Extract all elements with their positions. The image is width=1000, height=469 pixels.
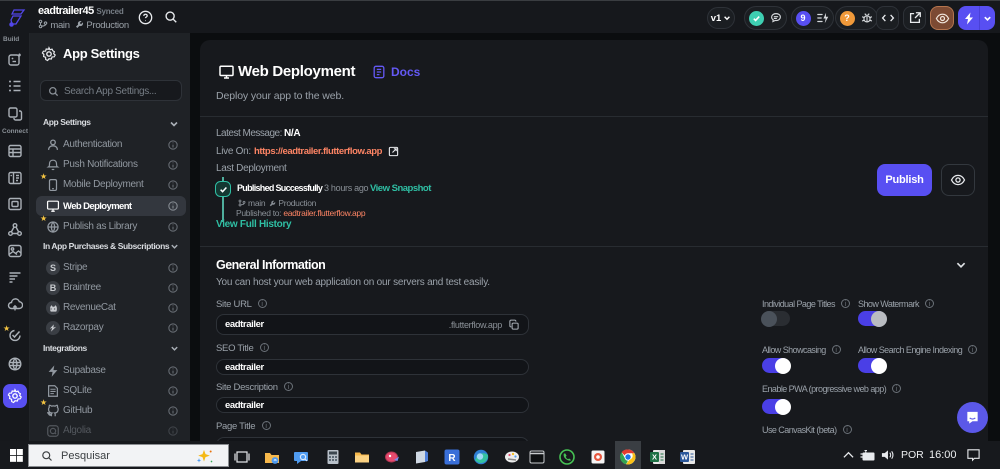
svg-text:W: W: [681, 453, 689, 462]
svg-text:R: R: [448, 453, 456, 464]
svg-text:X: X: [652, 453, 657, 462]
